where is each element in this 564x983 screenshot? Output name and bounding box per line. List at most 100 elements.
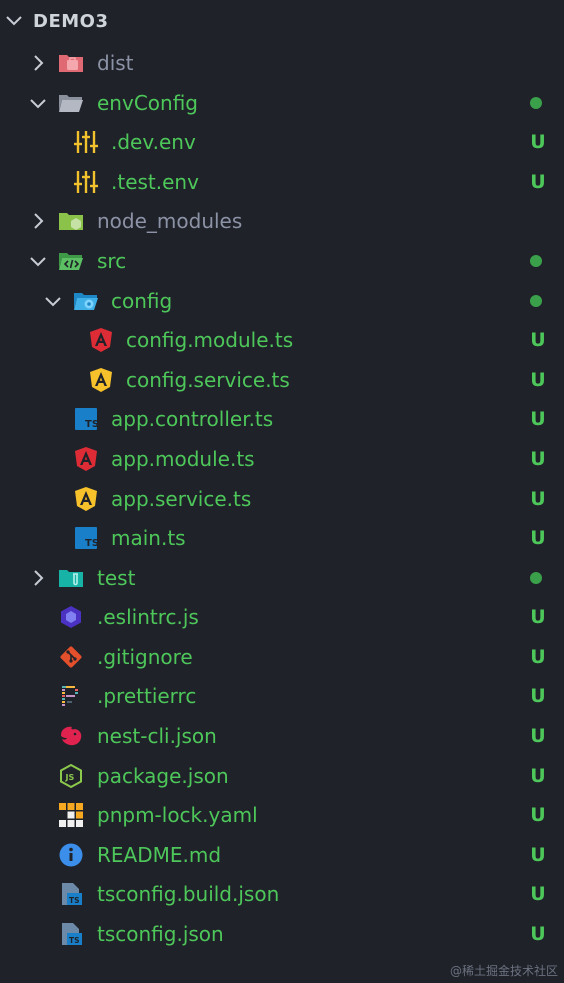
git-modified-dot [530,295,542,307]
git-status-badge: U [530,171,546,193]
chevron-right-icon [34,570,44,586]
tree-item-label: dist [97,51,134,75]
git-status-badge: U [530,765,546,787]
tree-item-readme[interactable]: README.md U [0,835,564,874]
tree-item-label: config.module.ts [126,328,294,352]
angular-service-icon [75,487,97,511]
tree-item-label: .test.env [111,170,199,194]
tree-item-envconfig[interactable]: envConfig [0,83,564,122]
tree-item-prettierrc[interactable]: .prettierrc U [0,676,564,715]
tree-item-package-json[interactable]: JS package.json U [0,756,564,795]
tree-item-label: nest-cli.json [97,724,217,748]
svg-text:TS: TS [69,896,80,905]
tree-item-label: app.controller.ts [111,407,274,431]
git-status-badge: U [530,329,546,351]
folder-open-icon [59,95,83,112]
env-settings-icon [74,131,98,153]
tree-item-label: package.json [97,764,229,788]
chevron-down-icon [45,297,61,307]
tree-item-pnpm-lock[interactable]: pnpm-lock.yaml U [0,795,564,834]
tree-item-main-ts[interactable]: TS main.ts U [0,518,564,557]
angular-service-icon [90,368,112,392]
tree-item-dist[interactable]: dist [0,43,564,82]
nestjs-icon [61,726,82,746]
chevron-down-icon [30,257,46,267]
tree-item-config-module-ts[interactable]: config.module.ts U [0,320,564,359]
git-status-badge: U [530,408,546,430]
tree-item-label: app.service.ts [111,487,252,511]
tree-item-label: test [97,566,136,590]
git-status-badge: U [530,606,546,628]
git-status-badge: U [530,685,546,707]
tree-item-label: config.service.ts [126,368,290,392]
tree-item-node-modules[interactable]: node_modules [0,201,564,240]
tree-item-label: src [97,249,127,273]
tsconfig-icon: TS [62,923,82,945]
pnpm-icon [59,803,83,827]
tree-item-label: app.module.ts [111,447,255,471]
tree-item-label: config [111,289,173,313]
tree-item-dev-env[interactable]: .dev.env U [0,122,564,161]
tree-item-config[interactable]: config [0,281,564,320]
tree-item-app-module-ts[interactable]: app.module.ts U [0,439,564,478]
git-status-badge: U [530,448,546,470]
chevron-down-icon [30,99,46,109]
typescript-icon: TS [75,527,99,549]
chevron-right-icon [34,55,44,71]
tree-item-label: pnpm-lock.yaml [97,803,258,827]
tree-item-tsconfig-build[interactable]: TS tsconfig.build.json U [0,874,564,913]
tree-item-label: node_modules [97,209,243,233]
dist-folder-icon [59,55,83,72]
git-modified-dot [530,255,542,267]
watermark: @稀土掘金技术社区 [449,964,558,978]
tree-item-config-service-ts[interactable]: config.service.ts U [0,360,564,399]
tsconfig-icon: TS [62,883,82,905]
git-status-badge: U [530,527,546,549]
tree-item-label: README.md [97,843,222,867]
tree-item-app-controller-ts[interactable]: TS app.controller.ts U [0,399,564,438]
git-status-badge: U [530,131,546,153]
chevron-down-icon [6,16,22,26]
svg-text:TS: TS [85,419,99,430]
git-status-badge: U [530,725,546,747]
root-folder-title: DEMO3 [33,11,109,32]
svg-text:TS: TS [85,538,99,549]
src-folder-icon [59,253,83,270]
git-icon [60,646,82,668]
svg-text:JS: JS [65,773,75,782]
explorer-root-header[interactable]: DEMO3 [0,0,564,43]
tree-item-label: .prettierrc [97,684,197,708]
env-settings-icon [74,171,98,193]
tree-item-label: .gitignore [97,645,193,669]
config-folder-icon [74,293,98,310]
info-icon [59,843,83,867]
test-folder-icon [59,570,83,587]
git-status-badge: U [530,883,546,905]
tree-item-gitignore[interactable]: .gitignore U [0,637,564,676]
git-modified-dot [530,97,542,109]
eslint-icon [61,606,81,628]
tree-item-app-service-ts[interactable]: app.service.ts U [0,479,564,518]
angular-module-icon [90,328,112,352]
tree-item-label: envConfig [97,91,198,115]
tree-item-src[interactable]: src [0,241,564,280]
git-status-badge: U [530,804,546,826]
git-status-badge: U [530,369,546,391]
tree-item-label: tsconfig.build.json [97,882,280,906]
tree-item-label: tsconfig.json [97,922,224,946]
prettier-icon [62,686,78,706]
tree-item-nest-cli[interactable]: nest-cli.json U [0,716,564,755]
tree-item-test[interactable]: test [0,558,564,597]
tree-item-test-env[interactable]: .test.env U [0,162,564,201]
tree-item-tsconfig[interactable]: TS tsconfig.json U [0,914,564,953]
git-status-badge: U [530,646,546,668]
node-folder-icon [59,213,83,230]
git-status-badge: U [530,923,546,945]
git-status-badge: U [530,488,546,510]
tree-item-label: .dev.env [111,130,196,154]
tree-item-eslintrc[interactable]: .eslintrc.js U [0,597,564,636]
chevron-right-icon [34,213,44,229]
git-status-badge: U [530,844,546,866]
nodejs-icon: JS [60,763,82,789]
git-modified-dot [530,572,542,584]
